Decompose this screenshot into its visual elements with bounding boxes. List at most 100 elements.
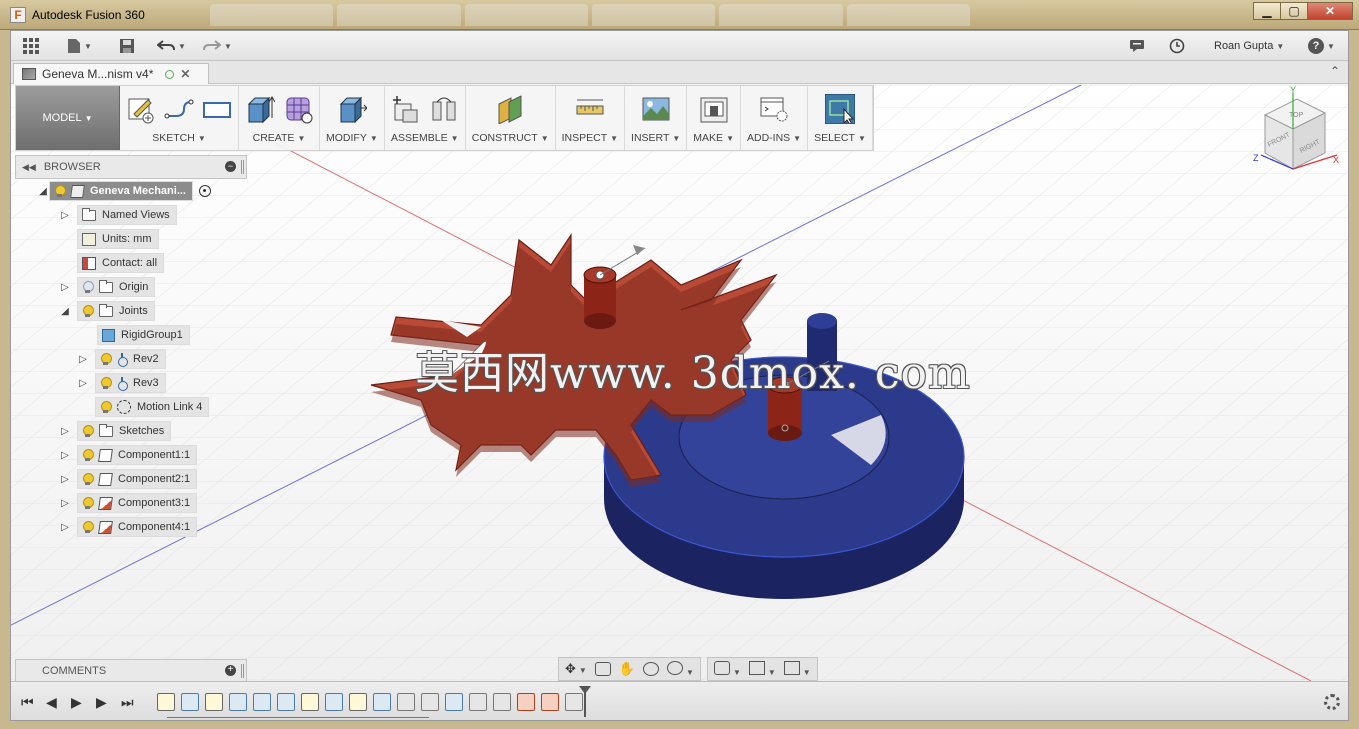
create-sketch-icon[interactable]: [126, 94, 156, 124]
tree-node-component4[interactable]: Component4:1: [77, 517, 198, 537]
viewcube[interactable]: TOP FRONT RIGHT Y X Z: [1249, 85, 1344, 185]
tree-node-component3[interactable]: Component3:1: [77, 493, 198, 513]
grid-settings-icon[interactable]: ▼: [748, 660, 776, 678]
measure-icon[interactable]: [575, 94, 605, 124]
timeline-extrude-icon[interactable]: [253, 693, 271, 711]
browser-minimize-icon[interactable]: −: [225, 161, 236, 172]
joint-icon[interactable]: [429, 94, 459, 124]
collapse-triangle-icon[interactable]: ◢: [59, 306, 71, 317]
tree-row-motion-link[interactable]: Motion Link 4: [95, 397, 210, 417]
timeline-extrude-icon[interactable]: [229, 693, 247, 711]
timeline-marker[interactable]: [579, 686, 591, 717]
timeline-motion-link-icon[interactable]: [565, 693, 583, 711]
toolbar-label-insert[interactable]: INSERT: [631, 132, 669, 144]
tree-node-joints[interactable]: Joints: [77, 301, 155, 321]
tree-node-motion-link[interactable]: Motion Link 4: [95, 397, 210, 417]
visibility-bulb-icon[interactable]: [100, 352, 112, 366]
tree-node-component1[interactable]: Component1:1: [77, 445, 198, 465]
display-settings-icon[interactable]: ▼: [713, 660, 741, 678]
timeline-rigid-group-icon[interactable]: [445, 693, 463, 711]
orbit-icon[interactable]: ✥ ▼: [565, 661, 587, 677]
visibility-bulb-icon[interactable]: [54, 184, 66, 198]
tree-row-joints[interactable]: ◢ Joints: [59, 301, 155, 321]
extrude-icon[interactable]: [245, 94, 275, 124]
tree-row-component3[interactable]: ▷ Component3:1: [59, 493, 198, 513]
visibility-bulb-icon[interactable]: [82, 280, 94, 294]
visibility-bulb-icon[interactable]: [100, 376, 112, 390]
collapse-toolbar-icon[interactable]: ⌃: [1330, 64, 1340, 78]
expand-triangle-icon[interactable]: ▷: [59, 498, 71, 509]
tree-node-root[interactable]: Geneva Mechani...: [49, 181, 193, 201]
panel-grip-icon[interactable]: [241, 664, 244, 678]
visibility-bulb-icon[interactable]: [82, 424, 94, 438]
help-menu-button[interactable]: ? ▼: [1308, 36, 1335, 56]
workspace-switcher[interactable]: MODEL ▼: [16, 86, 120, 150]
tree-row-contact[interactable]: Contact: all: [77, 253, 165, 273]
tree-row-root[interactable]: ◢ Geneva Mechani...: [37, 181, 211, 201]
toolbar-label-modify[interactable]: MODIFY: [326, 132, 367, 144]
visibility-bulb-icon[interactable]: [82, 496, 94, 510]
viewports-icon[interactable]: ▼: [783, 660, 811, 678]
visibility-bulb-icon[interactable]: [82, 304, 94, 318]
timeline-pattern-icon[interactable]: [421, 693, 439, 711]
step-back-icon[interactable]: ◀: [46, 695, 58, 709]
tree-row-named-views[interactable]: ▷ Named Views: [59, 205, 177, 225]
visibility-bulb-icon[interactable]: [82, 472, 94, 486]
timeline-extrude-icon[interactable]: [277, 693, 295, 711]
expand-triangle-icon[interactable]: ▷: [77, 378, 89, 389]
tree-node-sketches[interactable]: Sketches: [77, 421, 172, 441]
rectangle-icon[interactable]: [202, 94, 232, 124]
toolbar-label-sketch[interactable]: SKETCH: [152, 132, 195, 144]
timeline-sketch-icon[interactable]: [157, 693, 175, 711]
timeline-extrude-icon[interactable]: [373, 693, 391, 711]
activate-component-icon[interactable]: [198, 185, 211, 197]
history-button[interactable]: [1169, 36, 1185, 56]
go-to-end-icon[interactable]: ⏭: [121, 695, 134, 709]
timeline-ground-icon[interactable]: [541, 693, 559, 711]
press-pull-icon[interactable]: [337, 94, 367, 124]
play-icon[interactable]: ▶: [71, 695, 83, 709]
redo-button[interactable]: ▼: [203, 36, 232, 56]
file-menu-button[interactable]: ▼: [67, 36, 92, 56]
collapse-triangle-icon[interactable]: ◢: [37, 186, 49, 197]
tree-node-rigid-group[interactable]: RigidGroup1: [97, 325, 190, 345]
expand-triangle-icon[interactable]: ▷: [59, 210, 71, 221]
timeline-sketch-icon[interactable]: [205, 693, 223, 711]
3d-print-icon[interactable]: [699, 94, 729, 124]
visibility-bulb-icon[interactable]: [100, 400, 112, 414]
expand-triangle-icon[interactable]: ▷: [59, 522, 71, 533]
toolbar-label-select[interactable]: SELECT: [814, 132, 855, 144]
line-icon[interactable]: [164, 94, 194, 124]
toolbar-label-assemble[interactable]: ASSEMBLE: [391, 132, 448, 144]
collapse-browser-icon[interactable]: ◀◀: [22, 162, 36, 173]
timeline-extrude-icon[interactable]: [181, 693, 199, 711]
close-tab-icon[interactable]: ✕: [180, 67, 190, 81]
toolbar-label-construct[interactable]: CONSTRUCT: [472, 132, 538, 144]
timeline-sketch-icon[interactable]: [349, 693, 367, 711]
timeline-sketch-icon[interactable]: [301, 693, 319, 711]
toolbar-label-add-ins[interactable]: ADD-INS: [747, 132, 790, 144]
expand-triangle-icon[interactable]: ▷: [59, 450, 71, 461]
fit-zoom-icon[interactable]: ▼: [667, 660, 694, 678]
offset-plane-icon[interactable]: [495, 94, 525, 124]
tree-node-component2[interactable]: Component2:1: [77, 469, 198, 489]
user-account-menu[interactable]: Roan Gupta ▼: [1214, 36, 1284, 56]
zoom-icon[interactable]: [643, 662, 660, 676]
timeline-extrude-icon[interactable]: [325, 693, 343, 711]
tree-row-units[interactable]: Units: mm: [77, 229, 159, 249]
browser-panel-header[interactable]: ◀◀ BROWSER −: [15, 155, 247, 179]
scripts-addins-icon[interactable]: [759, 94, 789, 124]
expand-triangle-icon[interactable]: ▷: [59, 426, 71, 437]
document-tab[interactable]: Geneva M...nism v4* ✕: [13, 63, 209, 84]
tree-row-component1[interactable]: ▷ Component1:1: [59, 445, 198, 465]
toolbar-label-make[interactable]: MAKE: [693, 132, 723, 144]
tree-row-rigid-group[interactable]: RigidGroup1: [97, 325, 190, 345]
comments-panel-header[interactable]: COMMENTS +: [15, 659, 247, 681]
toolbar-label-inspect[interactable]: INSPECT: [562, 132, 608, 144]
minimize-button[interactable]: ▁: [1253, 2, 1281, 20]
job-status-button[interactable]: [1129, 36, 1145, 56]
maximize-button[interactable]: ▢: [1280, 2, 1308, 20]
data-panel-button[interactable]: [23, 36, 39, 56]
pan-hand-icon[interactable]: ✋: [619, 661, 635, 677]
insert-image-icon[interactable]: [641, 94, 671, 124]
